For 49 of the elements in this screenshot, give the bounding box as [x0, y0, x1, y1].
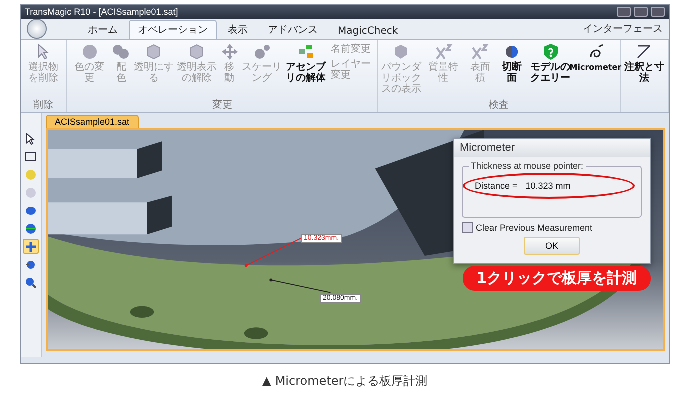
ball-icon: [25, 186, 37, 198]
close-button[interactable]: [651, 7, 665, 17]
app-menu-button[interactable]: [27, 19, 47, 39]
pointer-icon: [25, 132, 37, 144]
ribbon-button[interactable]: アセンブリの解体: [284, 42, 328, 85]
move-icon: [220, 43, 239, 61]
callout-banner: 1クリックで板厚を計測: [462, 266, 651, 291]
cube-icon: [144, 43, 163, 61]
distance-value: 10.323 mm: [526, 181, 571, 191]
ok-button[interactable]: OK: [524, 237, 580, 255]
formula-icon: [434, 43, 453, 61]
spheres-icon: [112, 43, 130, 61]
group-label: 変更: [211, 100, 234, 112]
zoom-icon: [25, 276, 37, 288]
ball-icon: [25, 168, 37, 180]
ribbon-tab[interactable]: ホーム: [79, 20, 127, 39]
group-title: Thickness at mouse pointer:: [470, 161, 585, 171]
ribbon-tab[interactable]: アドバンス: [259, 20, 327, 39]
ribbon-tab[interactable]: 表示: [219, 20, 257, 39]
ribbon-tab[interactable]: オペレーション: [129, 20, 217, 39]
dialog-title: Micrometer: [454, 139, 650, 157]
document-tab[interactable]: ACISsample01.sat: [46, 115, 139, 128]
distance-label: Distance =: [475, 181, 518, 191]
ribbon-button[interactable]: 切断面: [496, 42, 528, 85]
checkbox[interactable]: [462, 222, 473, 233]
scale-icon: [253, 43, 272, 61]
checkbox-label: Clear Previous Measurement: [476, 222, 593, 232]
minimize-button[interactable]: [617, 7, 631, 17]
cube-icon: [188, 43, 206, 61]
maximize-button[interactable]: [634, 7, 648, 17]
rectangle-icon: [25, 150, 37, 162]
ribbon-button[interactable]: 注釈と寸法: [622, 42, 666, 85]
group-label: 検査: [488, 100, 510, 112]
ribbon-tab[interactable]: MagicCheck: [329, 23, 408, 39]
window-title: TransMagic R10 - [ACISsample01.sat]: [25, 7, 178, 17]
sphere-icon: [25, 204, 37, 216]
sphere-icon: [80, 43, 99, 61]
measure-line: [270, 278, 332, 294]
caption: ▲ Micrometerによる板厚計測: [262, 373, 428, 390]
formula-icon: [471, 43, 490, 61]
pan-icon: [25, 240, 37, 252]
sphere-icon: [25, 222, 37, 234]
group-label: 削除: [32, 100, 55, 112]
measure-line: [244, 238, 302, 268]
tool-button[interactable]: [23, 275, 39, 290]
rotate-icon: [25, 258, 37, 270]
shield-icon: [542, 43, 560, 61]
assembly-icon: [297, 43, 316, 61]
interface-menu[interactable]: インターフェース: [583, 22, 663, 36]
